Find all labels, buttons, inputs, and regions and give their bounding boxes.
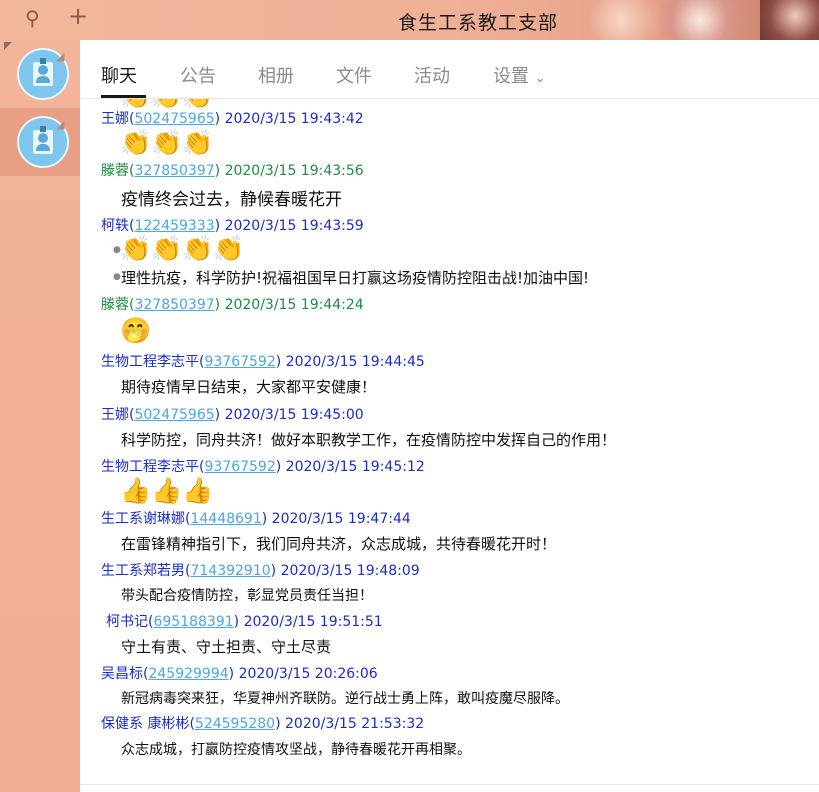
sender-name: 生物工程李志平 [101, 459, 199, 475]
message-header: 王娜(502475965) 2020/3/15 19:45:00 [101, 407, 364, 423]
sender-id-link[interactable]: 93767592 [204, 354, 275, 370]
sender-id-link[interactable]: 122459333 [134, 218, 214, 234]
message-time: 2020/3/15 19:43:56 [224, 163, 364, 179]
message-header: 生工系郑若男(714392910) 2020/3/15 19:48:09 [101, 563, 420, 579]
bullet-dot: ● [113, 272, 121, 282]
message-header: 保健系 康彬彬(524595280) 2020/3/15 21:53:32 [101, 716, 425, 732]
message-time: 2020/3/15 19:44:45 [285, 354, 425, 370]
sender-id-link[interactable]: 14448691 [190, 511, 261, 527]
message-time: 2020/3/15 20:26:06 [238, 666, 378, 682]
banner-decoration [760, 0, 819, 40]
message-time: 2020/3/15 19:51:51 [243, 614, 383, 630]
message-time: 2020/3/15 19:43:42 [224, 111, 364, 127]
banner-decoration [640, 0, 760, 40]
unread-corner-icon [4, 42, 12, 50]
window-title: 食生工系教工支部 [398, 12, 559, 34]
title-bar: ⚲ + 食生工系教工支部 [0, 0, 819, 40]
sender-id-link[interactable]: 695188391 [153, 614, 233, 630]
message-text: 守土有责、守土担责、守土尽责 [121, 638, 332, 656]
sender-name: 柯书记 [106, 614, 148, 630]
tab-announcement[interactable]: 公告 [180, 62, 216, 88]
search-icon[interactable]: ⚲ [25, 6, 40, 30]
message-header: 滕蓉(327850397) 2020/3/15 19:43:56 [101, 163, 364, 179]
tab-activities[interactable]: 活动 [414, 62, 450, 88]
sender-id-link[interactable]: 245929994 [148, 666, 228, 682]
message-text: 带头配合疫情防控，彰显党员责任当担！ [121, 588, 373, 604]
tab-files[interactable]: 文件 [336, 62, 372, 88]
input-divider [80, 784, 819, 785]
message-text: 新冠病毒突来狂，华夏神州齐联防。逆行战士勇上阵，敢叫疫魔尽服降。 [121, 691, 569, 707]
message-header: 生工系谢琳娜(14448691) 2020/3/15 19:47:44 [101, 511, 411, 527]
message-time: 2020/3/15 19:44:24 [224, 297, 364, 313]
conversation-item[interactable]: ◢ [0, 40, 80, 108]
add-icon[interactable]: + [68, 2, 88, 30]
tab-album[interactable]: 相册 [258, 62, 294, 88]
sender-id-link[interactable]: 502475965 [134, 407, 214, 423]
sender-name: 生物工程李志平 [101, 354, 199, 370]
message-header: 生物工程李志平(93767592) 2020/3/15 19:45:12 [101, 459, 425, 475]
sender-id-link[interactable]: 524595280 [195, 716, 275, 732]
sender-id-link[interactable]: 327850397 [134, 163, 214, 179]
sender-name: 生工系谢琳娜 [101, 511, 185, 527]
message-emoji: 👏👏👏 [120, 128, 214, 157]
sender-name: 柯轶 [101, 218, 129, 234]
chat-log[interactable]: 👏👏👏 王娜(502475965) 2020/3/15 19:43:42 👏👏👏… [80, 99, 819, 792]
sender-name: 滕蓉 [101, 297, 129, 313]
sender-id-link[interactable]: 327850397 [134, 297, 214, 313]
conversation-sidebar: ◢ ◢ [0, 40, 80, 792]
message-time: 2020/3/15 19:45:12 [285, 459, 425, 475]
active-tab-indicator [101, 95, 146, 98]
sender-id-link[interactable]: 502475965 [134, 111, 214, 127]
message-time: 2020/3/15 19:43:59 [224, 218, 364, 234]
sender-name: 王娜 [101, 407, 129, 423]
sender-name: 王娜 [101, 111, 129, 127]
message-emoji: 👍👍👍 [120, 476, 214, 505]
sender-name: 保健系 康彬彬 [101, 716, 190, 732]
group-panel: 聊天 公告 相册 文件 活动 设置 ⌄ 👏👏👏 王娜(502475965) 20… [80, 40, 819, 792]
tab-settings-label: 设置 [493, 66, 529, 87]
message-text: 科学防控，同舟共济！做好本职教学工作，在疫情防控中发挥自己的作用！ [121, 431, 617, 449]
message-time: 2020/3/15 19:45:00 [224, 407, 364, 423]
message-emoji: 🤭 [120, 316, 152, 345]
sender-id-link[interactable]: 93767592 [204, 459, 275, 475]
conversation-item-selected[interactable]: ◢ [0, 108, 80, 176]
mute-icon: ◢ [56, 50, 65, 63]
tab-chat[interactable]: 聊天 [101, 62, 137, 88]
tab-bar: 聊天 公告 相册 文件 活动 设置 ⌄ [80, 40, 819, 99]
message-time: 2020/3/15 19:48:09 [280, 563, 420, 579]
sender-id-link[interactable]: 714392910 [190, 563, 270, 579]
mute-icon: ◢ [56, 118, 65, 131]
message-header: 柯轶(122459333) 2020/3/15 19:43:59 [101, 218, 364, 234]
message-time: 2020/3/15 21:53:32 [285, 716, 425, 732]
message-emoji: 👏👏👏👏 [120, 234, 245, 263]
sender-name: 生工系郑若男 [101, 563, 185, 579]
tab-settings[interactable]: 设置 ⌄ [493, 62, 546, 88]
message-text: 疫情终会过去，静候春暖花开 [121, 190, 342, 210]
message-text: 众志成城，打赢防控疫情攻坚战，静待春暖花开再相聚。 [121, 742, 471, 758]
message-time: 2020/3/15 19:47:44 [271, 511, 411, 527]
sender-name: 吴昌标 [101, 666, 143, 682]
message-text: 理性抗疫，科学防护!祝福祖国早日打赢这场疫情防控阻击战!加油中国! [121, 269, 590, 287]
message-text: 在雷锋精神指引下，我们同舟共济，众志成城，共待春暖花开时！ [121, 535, 557, 553]
chevron-down-icon: ⌄ [534, 71, 546, 86]
message-header: 吴昌标(245929994) 2020/3/15 20:26:06 [101, 666, 378, 682]
message-header: 滕蓉(327850397) 2020/3/15 19:44:24 [101, 297, 364, 313]
message-text: 期待疫情早日结束，大家都平安健康！ [121, 378, 377, 396]
sender-name: 滕蓉 [101, 163, 129, 179]
message-header: 柯书记(695188391) 2020/3/15 19:51:51 [106, 614, 383, 630]
message-header: 王娜(502475965) 2020/3/15 19:43:42 [101, 111, 364, 127]
message-header: 生物工程李志平(93767592) 2020/3/15 19:44:45 [101, 354, 425, 370]
